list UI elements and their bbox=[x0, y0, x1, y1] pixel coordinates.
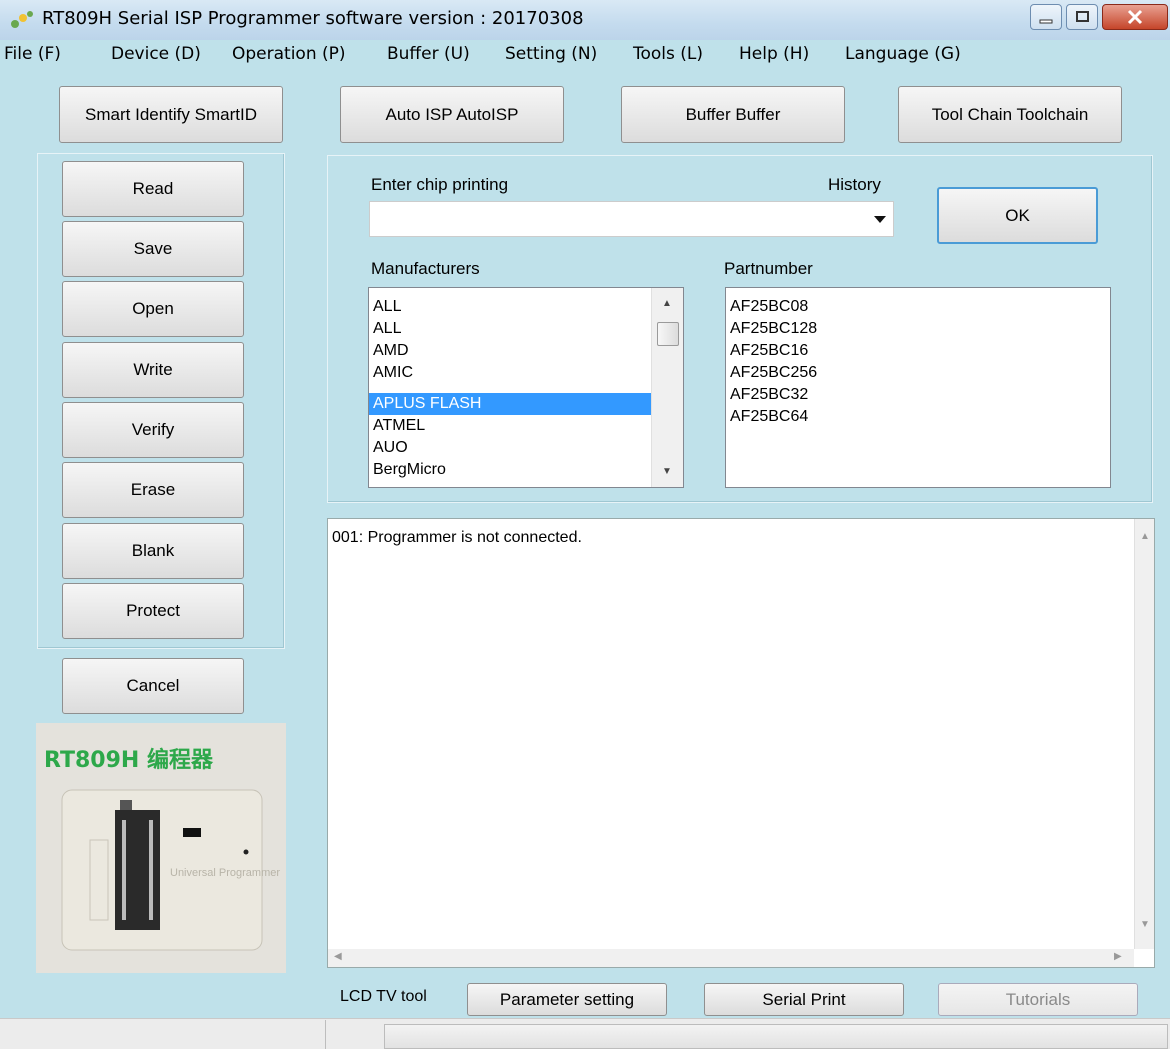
partnumber-list[interactable]: AF25BC08 AF25BC128 AF25BC16 AF25BC256 AF… bbox=[725, 287, 1111, 488]
partnumber-item[interactable]: AF25BC08 bbox=[730, 296, 808, 318]
write-button[interactable]: Write bbox=[62, 342, 244, 398]
menu-help[interactable]: Help (H) bbox=[739, 44, 809, 64]
device-image-title: RT809H 编程器 bbox=[44, 748, 213, 773]
device-image-caption: Universal Programmer bbox=[170, 867, 281, 879]
manufacturer-item[interactable]: BergMicro bbox=[373, 459, 446, 481]
manufacturers-scrollbar[interactable]: ▲ ▼ bbox=[651, 288, 683, 487]
manufacturer-item[interactable]: AMD bbox=[373, 340, 409, 362]
cancel-button[interactable]: Cancel bbox=[62, 658, 244, 714]
chip-printing-input[interactable] bbox=[370, 202, 858, 236]
partnumber-item[interactable]: AF25BC32 bbox=[730, 384, 808, 406]
menu-setting[interactable]: Setting (N) bbox=[505, 44, 597, 64]
ok-button[interactable]: OK bbox=[937, 187, 1098, 244]
menu-file[interactable]: File (F) bbox=[4, 44, 61, 64]
manufacturer-item[interactable]: AUO bbox=[373, 437, 408, 459]
menu-operation[interactable]: Operation (P) bbox=[232, 44, 346, 64]
tool-chain-button[interactable]: Tool Chain Toolchain bbox=[898, 86, 1122, 143]
menu-device[interactable]: Device (D) bbox=[111, 44, 201, 64]
menu-buffer[interactable]: Buffer (U) bbox=[387, 44, 470, 64]
history-label: History bbox=[828, 175, 881, 194]
maximize-button[interactable] bbox=[1066, 4, 1098, 30]
close-icon bbox=[1127, 9, 1143, 25]
manufacturers-label: Manufacturers bbox=[371, 259, 480, 278]
manufacturers-list[interactable]: ALL ALL AMD AMIC APLUS FLASH ATMEL AUO B… bbox=[368, 287, 684, 488]
partnumber-label: Partnumber bbox=[724, 259, 813, 278]
scroll-down-icon[interactable]: ▼ bbox=[1135, 919, 1155, 930]
smart-identify-button[interactable]: Smart Identify SmartID bbox=[59, 86, 283, 143]
status-divider bbox=[325, 1020, 326, 1049]
dropdown-arrow-icon[interactable] bbox=[874, 216, 886, 224]
log-line: 001: Programmer is not connected. bbox=[332, 529, 582, 546]
log-horizontal-scrollbar[interactable]: ◀ ▶ bbox=[328, 949, 1134, 967]
scroll-left-icon[interactable]: ◀ bbox=[334, 951, 342, 962]
auto-isp-button[interactable]: Auto ISP AutoISP bbox=[340, 86, 564, 143]
log-vertical-scrollbar[interactable]: ▲ ▼ bbox=[1134, 519, 1154, 949]
scroll-up-icon[interactable]: ▲ bbox=[652, 298, 682, 309]
menu-language[interactable]: Language (G) bbox=[845, 44, 961, 64]
manufacturer-item[interactable]: ALL bbox=[373, 318, 401, 340]
scrollbar-thumb[interactable] bbox=[657, 322, 679, 346]
close-button[interactable] bbox=[1102, 4, 1168, 30]
chip-printing-label: Enter chip printing bbox=[371, 175, 509, 194]
app-icon bbox=[11, 11, 33, 28]
progress-bar bbox=[384, 1024, 1168, 1049]
manufacturer-item[interactable]: ATMEL bbox=[373, 415, 425, 437]
minimize-icon bbox=[1039, 19, 1053, 24]
serial-print-button[interactable]: Serial Print bbox=[704, 983, 904, 1016]
protect-button[interactable]: Protect bbox=[62, 583, 244, 639]
partnumber-item[interactable]: AF25BC16 bbox=[730, 340, 808, 362]
scroll-up-icon[interactable]: ▲ bbox=[1135, 531, 1155, 542]
manufacturer-item[interactable]: AMIC bbox=[373, 362, 413, 384]
read-button[interactable]: Read bbox=[62, 161, 244, 217]
parameter-setting-button[interactable]: Parameter setting bbox=[467, 983, 667, 1016]
tutorials-button: Tutorials bbox=[938, 983, 1138, 1016]
chip-printing-combobox[interactable] bbox=[369, 201, 894, 237]
scroll-down-icon[interactable]: ▼ bbox=[652, 466, 682, 477]
maximize-icon bbox=[1076, 11, 1089, 22]
window-title: RT809H Serial ISP Programmer software ve… bbox=[42, 8, 584, 29]
open-button[interactable]: Open bbox=[62, 281, 244, 337]
menu-tools[interactable]: Tools (L) bbox=[633, 44, 703, 64]
save-button[interactable]: Save bbox=[62, 221, 244, 277]
partnumber-item[interactable]: AF25BC128 bbox=[730, 318, 817, 340]
erase-button[interactable]: Erase bbox=[62, 462, 244, 518]
partnumber-item[interactable]: AF25BC256 bbox=[730, 362, 817, 384]
manufacturer-item-selected[interactable]: APLUS FLASH bbox=[369, 393, 653, 415]
log-output[interactable]: 001: Programmer is not connected. ▲ ▼ ◀ … bbox=[327, 518, 1155, 968]
minimize-button[interactable] bbox=[1030, 4, 1062, 30]
partnumber-item[interactable]: AF25BC64 bbox=[730, 406, 808, 428]
scroll-right-icon[interactable]: ▶ bbox=[1114, 951, 1122, 962]
lcd-tv-tool-label: LCD TV tool bbox=[340, 988, 427, 1005]
manufacturer-item[interactable]: ALL bbox=[373, 296, 401, 318]
blank-button[interactable]: Blank bbox=[62, 523, 244, 579]
verify-button[interactable]: Verify bbox=[62, 402, 244, 458]
buffer-button[interactable]: Buffer Buffer bbox=[621, 86, 845, 143]
